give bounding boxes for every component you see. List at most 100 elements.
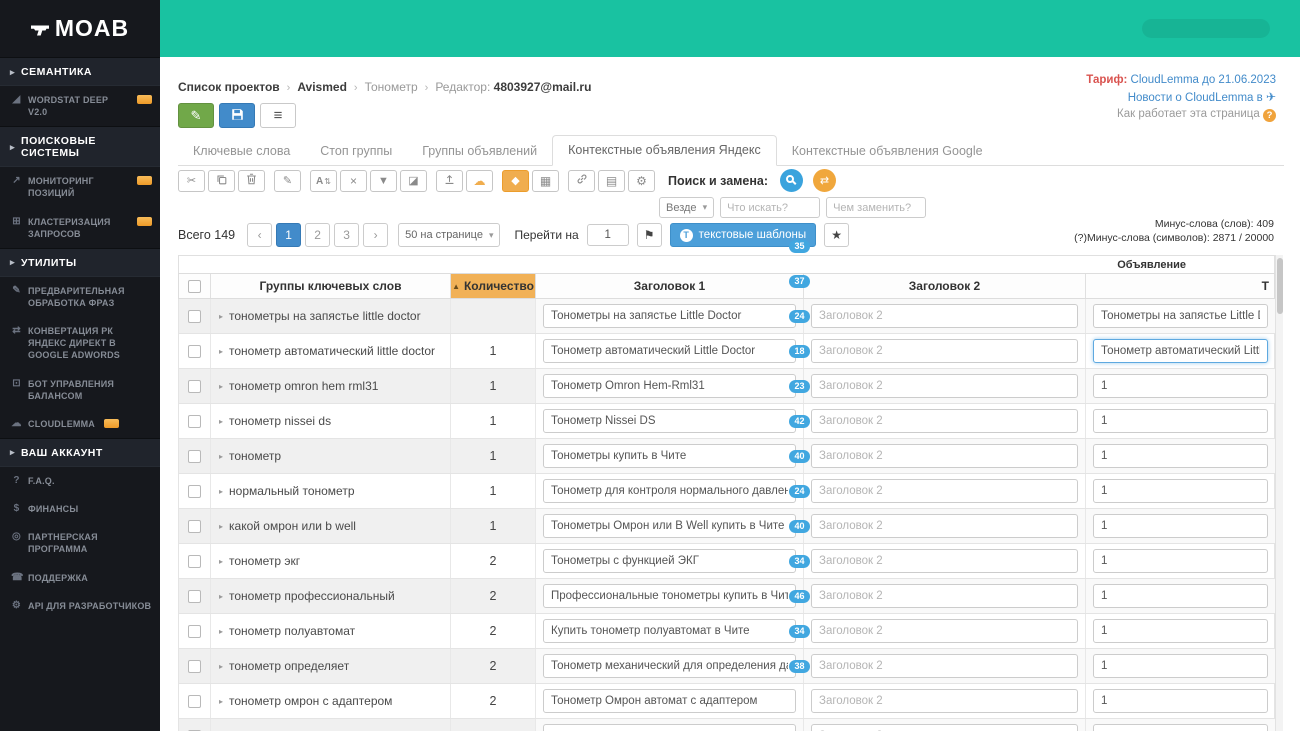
headline1-input[interactable] <box>543 689 796 713</box>
keyword-group-cell[interactable]: ▸ нормальный тонометр <box>211 474 451 508</box>
tab-keywords[interactable]: Ключевые слова <box>178 137 305 166</box>
per-page-select[interactable]: 50 на странице ▾ <box>398 223 501 247</box>
row-checkbox[interactable] <box>188 624 201 638</box>
adtext-input[interactable] <box>1093 689 1268 713</box>
keyword-group-cell[interactable]: ▸ какой омрон или b well <box>211 509 451 543</box>
adtext-input[interactable] <box>1093 374 1268 398</box>
tab-stop-groups[interactable]: Стоп группы <box>305 137 407 166</box>
row-checkbox[interactable] <box>188 449 201 463</box>
filter-button[interactable]: ▼ <box>370 169 397 192</box>
headline1-input[interactable] <box>543 304 796 328</box>
cloud-export-button[interactable]: ☁ <box>466 169 493 192</box>
scrollbar-thumb[interactable] <box>1277 258 1283 314</box>
col-header-headline2[interactable]: Заголовок 2 <box>804 274 1086 298</box>
tab-google-ads[interactable]: Контекстные объявления Google <box>777 137 998 166</box>
menu-button[interactable]: ≡ <box>260 103 296 128</box>
col-header-groups[interactable]: Группы ключевых слов <box>211 274 451 298</box>
row-checkbox[interactable] <box>188 554 201 568</box>
settings-button[interactable]: ⚙ <box>628 169 655 192</box>
headline1-input[interactable] <box>543 654 796 678</box>
search-scope-select[interactable]: Везде ▾ <box>659 197 715 218</box>
tab-ad-groups[interactable]: Группы объявлений <box>407 137 552 166</box>
headline2-input[interactable] <box>811 444 1078 468</box>
adtext-input[interactable] <box>1093 584 1268 608</box>
keyword-group-cell[interactable]: ▸ тонометр профессиональный <box>211 579 451 613</box>
adtext-input[interactable] <box>1093 444 1268 468</box>
help-icon[interactable]: ? <box>1263 109 1276 122</box>
link-button[interactable] <box>568 169 595 192</box>
tariff-link[interactable]: CloudLemma до 21.06.2023 <box>1131 74 1276 86</box>
keyword-group-cell[interactable]: ▸ тонометр omron hem rml31 <box>211 369 451 403</box>
headline2-input[interactable] <box>811 479 1078 503</box>
row-checkbox[interactable] <box>188 344 201 358</box>
adtext-input[interactable] <box>1093 409 1268 433</box>
edit-button[interactable]: ✎ <box>274 169 301 192</box>
vertical-scrollbar[interactable] <box>1275 255 1283 731</box>
keyword-group-cell[interactable]: ▸ тонометр экг <box>211 544 451 578</box>
adtext-input[interactable] <box>1093 339 1268 363</box>
find-input[interactable] <box>720 197 821 218</box>
headline1-input[interactable] <box>543 374 796 398</box>
row-checkbox[interactable] <box>188 659 201 673</box>
keyword-group-cell[interactable]: ▸ тонометр автоматический little doctor <box>211 334 451 368</box>
keyword-group-cell[interactable]: ▸ <box>211 719 451 731</box>
sidebar-item[interactable]: ✎ ПРЕДВАРИТЕЛЬНАЯ ОБРАБОТКА ФРАЗ <box>0 277 160 317</box>
sidebar-item[interactable]: ◎ ПАРТНЕРСКАЯ ПРОГРАММА <box>0 523 160 563</box>
tab-yandex-ads[interactable]: Контекстные объявления Яндекс <box>552 135 777 166</box>
telegram-icon[interactable]: ✈ <box>1266 90 1276 104</box>
form-button[interactable]: ▤ <box>598 169 625 192</box>
sidebar-item[interactable]: ☁ CLOUDLEMMA <box>0 410 160 438</box>
headline2-input[interactable] <box>811 724 1078 731</box>
sidebar-item[interactable]: ⊞ КЛАСТЕРИЗАЦИЯ ЗАПРОСОВ <box>0 208 160 248</box>
replace-input[interactable] <box>826 197 927 218</box>
adtext-input[interactable] <box>1093 549 1268 573</box>
page-button-2[interactable]: 2 <box>305 223 331 247</box>
headline1-input[interactable] <box>543 339 796 363</box>
adtext-input[interactable] <box>1093 514 1268 538</box>
headline1-input[interactable] <box>543 479 796 503</box>
page-button-3[interactable]: 3 <box>334 223 360 247</box>
headline2-input[interactable] <box>811 619 1078 643</box>
headline2-input[interactable] <box>811 584 1078 608</box>
headline1-input[interactable] <box>543 549 796 573</box>
keyword-group-cell[interactable]: ▸ тонометр nissei ds <box>211 404 451 438</box>
row-checkbox[interactable] <box>188 309 201 323</box>
headline1-input[interactable] <box>543 444 796 468</box>
sidebar-item[interactable]: ◢ WORDSTAT DEEP V2.0 <box>0 86 160 126</box>
row-checkbox[interactable] <box>188 589 201 603</box>
keyword-group-cell[interactable]: ▸ тонометр <box>211 439 451 473</box>
col-header-headline1[interactable]: Заголовок 1 <box>536 274 804 298</box>
keyword-group-cell[interactable]: ▸ тонометр омрон с адаптером <box>211 684 451 718</box>
news-link[interactable]: Новости о CloudLemma в <box>1128 92 1263 104</box>
account-button[interactable] <box>1142 19 1270 38</box>
headline2-input[interactable] <box>811 514 1078 538</box>
keyword-group-cell[interactable]: ▸ тонометр полуавтомат <box>211 614 451 648</box>
sidebar-item[interactable]: ☎ ПОДДЕРЖКА <box>0 564 160 592</box>
headline2-input[interactable] <box>811 304 1078 328</box>
headline2-input[interactable] <box>811 409 1078 433</box>
keyword-group-cell[interactable]: ▸ тонометры на запястье little doctor <box>211 299 451 333</box>
sidebar-item[interactable]: ⚙ API ДЛЯ РАЗРАБОТЧИКОВ <box>0 592 160 620</box>
replace-button[interactable]: ⇄ <box>812 169 836 192</box>
row-checkbox[interactable] <box>188 694 201 708</box>
breadcrumb-item[interactable]: Avismed <box>297 80 347 94</box>
yandex-direct-button[interactable]: ◆ <box>502 169 529 192</box>
goto-page-input[interactable] <box>586 224 629 246</box>
sidebar-item[interactable]: ↗ МОНИТОРИНГ ПОЗИЦИЙ <box>0 167 160 207</box>
adtext-input[interactable] <box>1093 654 1268 678</box>
grid-view-button[interactable]: ▦ <box>532 169 559 192</box>
headline2-input[interactable] <box>811 689 1078 713</box>
adtext-input[interactable] <box>1093 479 1268 503</box>
cut-button[interactable]: ✂ <box>178 169 205 192</box>
sidebar-item[interactable]: ? F.A.Q. <box>0 467 160 495</box>
copy-button[interactable] <box>208 169 235 192</box>
app-logo[interactable]: MOAB <box>0 0 160 57</box>
headline2-input[interactable] <box>811 654 1078 678</box>
change-case-button[interactable]: A⇅ <box>310 169 337 192</box>
eraser-button[interactable]: ◪ <box>400 169 427 192</box>
adtext-input[interactable] <box>1093 724 1268 731</box>
sidebar-item[interactable]: $ ФИНАНСЫ <box>0 495 160 523</box>
help-link[interactable]: Как работает эта страница <box>1117 108 1260 120</box>
headline2-input[interactable] <box>811 374 1078 398</box>
sidebar-section-header[interactable]: ▸ СЕМАНТИКА <box>0 57 160 86</box>
